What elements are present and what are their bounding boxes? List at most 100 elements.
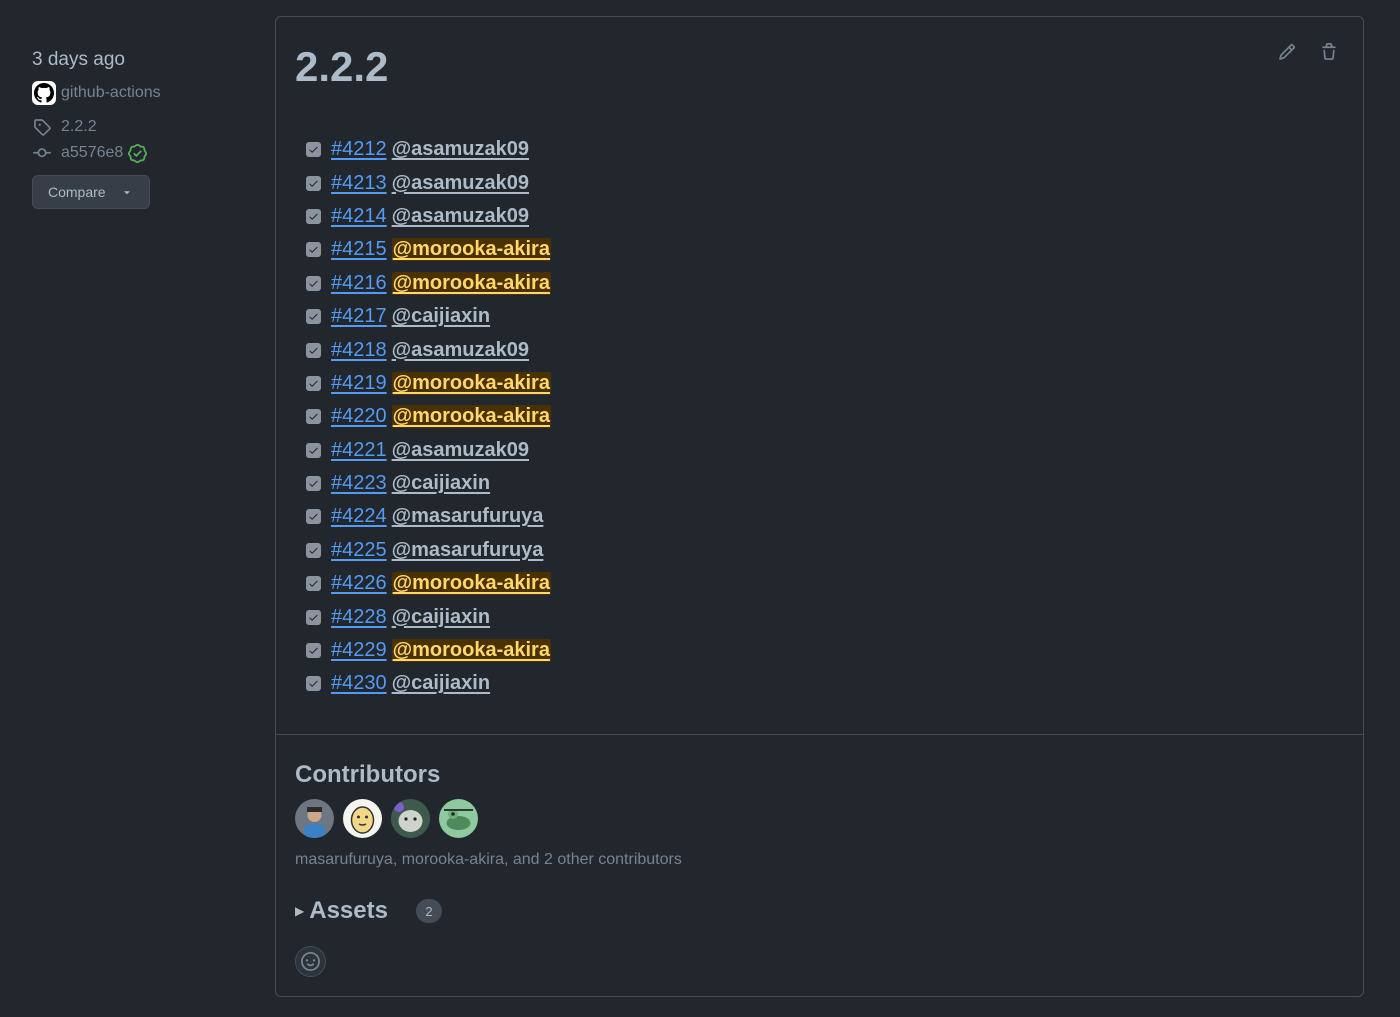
task-list-item: #4216 @morooka-akira [306, 267, 551, 300]
pr-link[interactable]: #4225 [331, 539, 387, 562]
pr-link[interactable]: #4216 [331, 272, 387, 295]
checked-checkbox-icon [306, 476, 321, 492]
commit-row[interactable]: a5576e8 [32, 142, 252, 164]
avatar-contributor-3[interactable] [391, 799, 430, 838]
checked-checkbox-icon [306, 609, 321, 625]
author-row[interactable]: github-actions [32, 80, 252, 106]
pr-link[interactable]: #4229 [331, 639, 387, 662]
pr-link[interactable]: #4226 [331, 572, 387, 595]
task-list-item: #4212 @asamuzak09 [306, 133, 551, 166]
task-list-item: #4229 @morooka-akira [306, 634, 551, 667]
tag-name[interactable]: 2.2.2 [61, 118, 97, 136]
avatar-contributor-1[interactable] [295, 799, 334, 838]
user-mention[interactable]: @asamuzak09 [392, 205, 529, 228]
commit-sha[interactable]: a5576e8 [61, 144, 123, 162]
pr-link[interactable]: #4223 [331, 472, 387, 495]
user-mention[interactable]: @caijiaxin [392, 305, 490, 328]
pr-link[interactable]: #4212 [331, 138, 387, 161]
caret-down-icon [121, 186, 133, 198]
user-mention[interactable]: @caijiaxin [392, 472, 490, 495]
tag-icon [32, 117, 52, 137]
edit-pencil-icon[interactable] [1277, 41, 1297, 63]
task-list-item: #4230 @caijiaxin [306, 667, 551, 700]
pr-link[interactable]: #4218 [331, 339, 387, 362]
assets-toggle[interactable]: ▶ Assets 2 [295, 897, 442, 925]
section-divider [276, 734, 1363, 735]
user-mention[interactable]: @morooka-akira [391, 639, 551, 663]
user-mention[interactable]: @asamuzak09 [392, 138, 529, 161]
pr-link[interactable]: #4213 [331, 172, 387, 195]
release-sidebar: 3 days ago github-actions 2.2.2 a5576e8 … [32, 44, 252, 209]
user-mention[interactable]: @morooka-akira [391, 238, 551, 262]
checked-checkbox-icon [306, 643, 321, 659]
user-mention[interactable]: @morooka-akira [391, 572, 551, 596]
contributors-summary: masarufuruya, morooka-akira, and 2 other… [295, 851, 682, 868]
user-mention[interactable]: @morooka-akira [391, 405, 551, 429]
pr-link[interactable]: #4215 [331, 238, 387, 261]
commit-icon [32, 143, 52, 163]
checked-checkbox-icon [306, 576, 321, 592]
assets-label: Assets [309, 897, 388, 924]
release-title[interactable]: 2.2.2 [295, 43, 388, 91]
checked-checkbox-icon [306, 142, 321, 158]
release-date: 3 days ago [32, 49, 125, 70]
release-card: 2.2.2 #4212 @asamuzak09 #4213 @asamuzak09 #4… [275, 16, 1364, 997]
checked-checkbox-icon [306, 342, 321, 358]
pr-link[interactable]: #4217 [331, 305, 387, 328]
task-list-item: #4213 @asamuzak09 [306, 166, 551, 199]
release-task-list: #4212 @asamuzak09 #4213 @asamuzak09 #4214 @as… [306, 133, 551, 701]
checked-checkbox-icon [306, 375, 321, 391]
contributor-avatars [295, 799, 478, 838]
user-mention[interactable]: @caijiaxin [392, 606, 490, 629]
pr-link[interactable]: #4228 [331, 606, 387, 629]
task-list-item: #4214 @asamuzak09 [306, 200, 551, 233]
task-list-item: #4221 @asamuzak09 [306, 434, 551, 467]
user-mention[interactable]: @caijiaxin [392, 672, 490, 695]
compare-button[interactable]: Compare [32, 175, 150, 209]
pr-link[interactable]: #4230 [331, 672, 387, 695]
user-mention[interactable]: @morooka-akira [391, 271, 551, 295]
compare-label: Compare [48, 184, 106, 200]
pr-link[interactable]: #4224 [331, 505, 387, 528]
pr-link[interactable]: #4220 [331, 405, 387, 428]
contributors-title: Contributors [295, 761, 441, 788]
checked-checkbox-icon [306, 442, 321, 458]
checked-checkbox-icon [306, 509, 321, 525]
avatar-contributor-4[interactable] [439, 799, 478, 838]
avatar-contributor-2[interactable] [343, 799, 382, 838]
verified-check-icon[interactable] [128, 143, 148, 163]
task-list-item: #4218 @asamuzak09 [306, 333, 551, 366]
task-list-item: #4224 @masarufuruya [306, 500, 551, 533]
assets-count-badge: 2 [415, 899, 442, 923]
checked-checkbox-icon [306, 175, 321, 191]
user-mention[interactable]: @asamuzak09 [392, 172, 529, 195]
checked-checkbox-icon [306, 275, 321, 291]
task-list-item: #4228 @caijiaxin [306, 600, 551, 633]
triangle-right-icon: ▶ [295, 904, 305, 918]
task-list-item: #4215 @morooka-akira [306, 233, 551, 266]
trash-icon[interactable] [1319, 41, 1339, 63]
user-mention[interactable]: @asamuzak09 [392, 339, 529, 362]
checked-checkbox-icon [306, 242, 321, 258]
task-list-item: #4219 @morooka-akira [306, 367, 551, 400]
user-mention[interactable]: @morooka-akira [391, 371, 551, 395]
user-mention[interactable]: @asamuzak09 [392, 439, 529, 462]
release-actions [1277, 41, 1339, 63]
add-reaction-button[interactable] [295, 946, 326, 977]
tag-row[interactable]: 2.2.2 [32, 116, 252, 138]
pr-link[interactable]: #4221 [331, 439, 387, 462]
checked-checkbox-icon [306, 542, 321, 558]
checked-checkbox-icon [306, 309, 321, 325]
github-icon [32, 81, 56, 105]
user-mention[interactable]: @masarufuruya [392, 539, 544, 562]
task-list-item: #4217 @caijiaxin [306, 300, 551, 333]
pr-link[interactable]: #4219 [331, 372, 387, 395]
smiley-icon [301, 952, 320, 971]
pr-link[interactable]: #4214 [331, 205, 387, 228]
user-mention[interactable]: @masarufuruya [392, 505, 544, 528]
checked-checkbox-icon [306, 409, 321, 425]
checked-checkbox-icon [306, 208, 321, 224]
task-list-item: #4225 @masarufuruya [306, 534, 551, 567]
author-name[interactable]: github-actions [61, 84, 161, 102]
task-list-item: #4220 @morooka-akira [306, 400, 551, 433]
